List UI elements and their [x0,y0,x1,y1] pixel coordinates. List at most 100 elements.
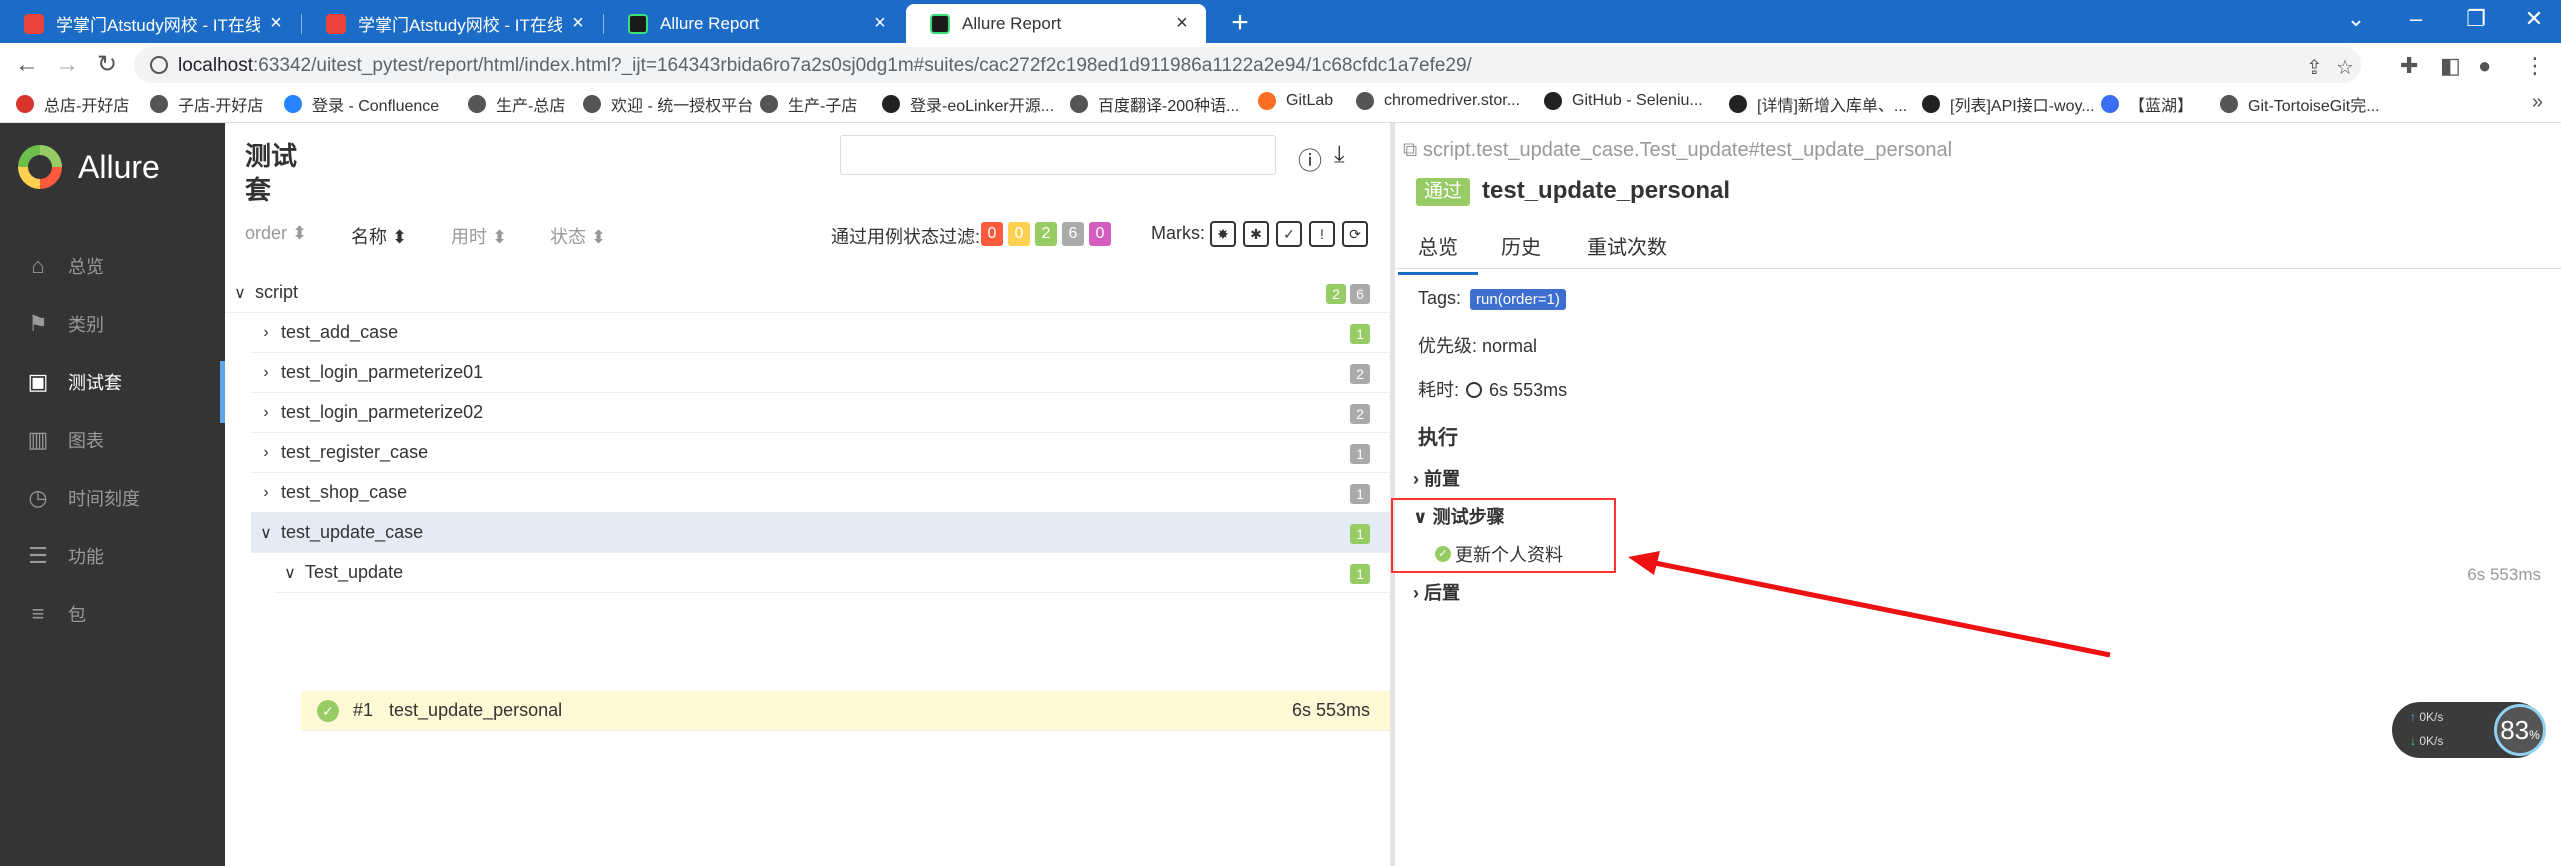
mark-filter-icon[interactable]: ✸ [1210,221,1236,247]
sort-name[interactable]: 名称 ⬍ [351,223,407,249]
bookmark-item[interactable]: 总店-开好店 [16,92,129,116]
chevron-right-icon[interactable]: › [255,324,277,342]
sort-duration[interactable]: 用时 ⬍ [451,223,507,249]
restore-icon[interactable]: ❐ [2456,6,2496,32]
mark-filter-icon[interactable]: ! [1309,221,1335,247]
bookmark-item[interactable]: [列表]API接口-woy... [1922,92,2095,116]
chevron-right-icon[interactable]: › [255,444,277,462]
bookmark-label: 总店-开好店 [44,98,130,115]
bookmark-label: 登录 - Confluence [312,98,440,115]
home-icon: ⌂ [31,253,45,278]
tree-row[interactable]: ∨ test_update_case 1 [251,513,1390,553]
tree-row[interactable]: › test_add_case 1 [251,313,1390,353]
sidebar-item[interactable]: ☰ 功能 [0,535,225,577]
mark-filter-icon[interactable]: ✓ [1276,221,1302,247]
more-bookmarks-icon[interactable]: » [2532,91,2543,114]
share-icon[interactable]: ⇪ [2306,55,2323,80]
test-case-row[interactable]: ✓ #1 test_update_personal 6s 553ms [301,691,1390,731]
browser-tab-active[interactable]: Allure Report × [906,4,1206,43]
browser-tab[interactable]: 学掌门Atstudy网校 - IT在线学习 × [302,4,602,43]
tree-row-label: test_register_case [281,442,429,462]
sidebar-item[interactable]: ▣ 测试套 [0,361,225,423]
allure-brand[interactable]: Allure [18,145,160,189]
new-tab-button[interactable]: + [1222,6,1258,40]
sidebar-item[interactable]: ⚑ 类别 [0,303,225,345]
bookmark-item[interactable]: 登录 - Confluence [284,92,439,116]
bookmark-item[interactable]: 生产-子店 [760,92,857,116]
bookmark-item[interactable]: 登录-eoLinker开源... [882,92,1054,116]
bookmark-item[interactable]: 子店-开好店 [150,92,263,116]
info-icon[interactable]: ⓘ [1298,141,1322,176]
bookmark-item[interactable]: [详情]新增入库单、... [1729,92,1907,116]
chevron-down-icon[interactable]: ∨ [229,283,251,303]
close-tab-icon[interactable]: × [1172,12,1192,35]
bookmark-item[interactable]: 生产-总店 [468,92,565,116]
status-filter-badge[interactable]: 0 [1008,222,1030,246]
side-panel-icon[interactable]: ◧ [2440,53,2461,79]
sidebar-item[interactable]: ⌂ 总览 [0,245,225,287]
allure-logo-icon [18,145,62,189]
reload-icon[interactable]: ↻ [90,49,124,83]
count-badge: 1 [1350,444,1370,464]
search-input[interactable] [840,135,1276,175]
url-host: localhost [178,55,253,76]
download-icon[interactable]: ⤓ [1334,141,1345,169]
sidebar-item[interactable]: ◷ 时间刻度 [0,477,225,519]
status-filter-badge[interactable]: 2 [1035,222,1057,246]
mark-filter-icon[interactable]: ⟳ [1342,221,1368,247]
bookmark-item[interactable]: GitHub - Seleniu... [1544,92,1703,110]
bookmark-item[interactable]: 百度翻译-200种语... [1070,92,1239,116]
sidebar-item[interactable]: ▥ 图表 [0,419,225,461]
close-tab-icon[interactable]: × [568,12,588,35]
chevron-right-icon[interactable]: › [255,364,277,382]
duration-row: 耗时: 6s 553ms [1418,376,1567,402]
close-window-icon[interactable]: ✕ [2514,6,2554,32]
chevron-right-icon[interactable]: › [255,484,277,502]
back-icon[interactable]: ← [10,49,44,83]
teardown-section[interactable]: › 后置 [1413,579,1460,605]
chevron-right-icon[interactable]: › [255,404,277,422]
bookmark-item[interactable]: Git-TortoiseGit完... [2220,92,2380,116]
chevron-down-icon[interactable]: ∨ [279,563,301,583]
tree-row[interactable]: › test_login_parmeterize01 2 [251,353,1390,393]
sort-status[interactable]: 状态 ⬍ [550,223,606,249]
profile-avatar-icon[interactable]: ● [2478,53,2491,79]
sort-order[interactable]: order ⬍ [245,223,307,244]
tab-retries[interactable]: 重试次数 [1587,231,1667,260]
tab-search-icon[interactable]: ⌄ [2336,6,2376,32]
extensions-icon[interactable]: ✚ [2400,53,2418,79]
close-tab-icon[interactable]: × [870,12,890,35]
menu-icon[interactable]: ⋮ [2524,53,2546,79]
tree-row[interactable]: ∨ Test_update 1 [275,553,1390,593]
tree-row[interactable]: › test_shop_case 1 [251,473,1390,513]
bookmark-item[interactable]: 欢迎 - 统一授权平台 [583,92,753,116]
mark-filter-icon[interactable]: ✱ [1243,221,1269,247]
status-filter-badge[interactable]: 0 [1089,222,1111,246]
sidebar-item[interactable]: ≡ 包 [0,593,225,635]
site-info-icon[interactable] [150,56,168,74]
address-bar[interactable]: localhost:63342/uitest_pytest/report/htm… [134,47,2361,83]
setup-section[interactable]: › 前置 [1413,465,1460,491]
tree-row[interactable]: › test_register_case 1 [251,433,1390,473]
close-tab-icon[interactable]: × [266,12,286,35]
tree-row[interactable]: ∨ script 2 6 [225,273,1390,313]
browser-tab[interactable]: 学掌门Atstudy网校 - IT在线学习 × [0,4,300,43]
tab-history[interactable]: 历史 [1501,231,1541,260]
chevron-down-icon[interactable]: ∨ [255,523,277,543]
minimize-icon[interactable]: – [2396,6,2436,32]
tree-row-label: test_login_parmeterize02 [281,402,484,422]
tab-overview[interactable]: 总览 [1398,231,1478,275]
test-number: #1 [353,700,374,720]
tree-row[interactable]: › test_login_parmeterize02 2 [251,393,1390,433]
bookmark-item[interactable]: chromedriver.stor... [1356,92,1520,110]
status-filter-badge[interactable]: 0 [981,222,1003,246]
forward-icon[interactable]: → [50,49,84,83]
bookmark-star-icon[interactable]: ☆ [2336,55,2354,80]
bookmark-item[interactable]: GitLab [1258,92,1333,110]
marks-label: Marks: [1151,223,1205,243]
bookmark-item[interactable]: 【蓝湖】 [2101,92,2193,116]
browser-tab[interactable]: Allure Report × [604,4,904,43]
flag-icon: ⚑ [28,311,48,336]
network-speed-widget[interactable]: ↑ 0K/s ↓ 0K/s 83% [2392,702,2546,758]
status-filter-badge[interactable]: 6 [1062,222,1084,246]
